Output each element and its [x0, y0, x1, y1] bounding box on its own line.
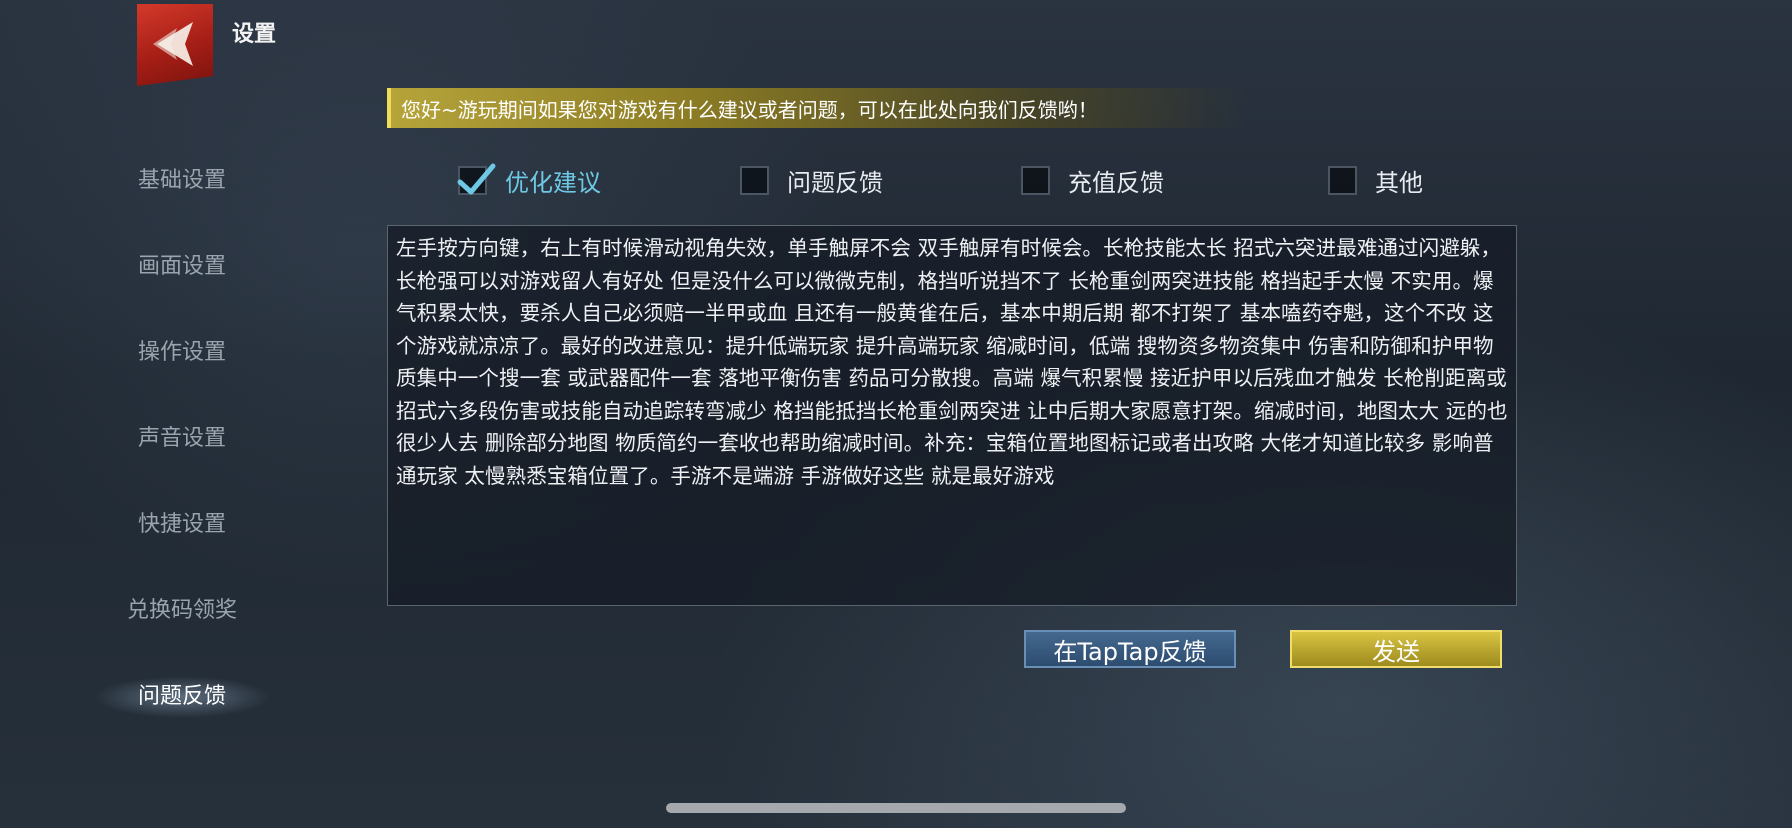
sidebar-item-sound[interactable]: 声音设置	[90, 413, 274, 465]
category-row: 优化建议 问题反馈 充值反馈 其他	[0, 162, 1792, 202]
sidebar-item-redeem-code[interactable]: 兑换码领奖	[90, 585, 274, 637]
send-button[interactable]: 发送	[1290, 630, 1502, 668]
sidebar-item-feedback[interactable]: 问题反馈	[90, 671, 274, 723]
page-title: 设置	[232, 22, 277, 47]
category-label: 充值反馈	[1068, 168, 1164, 197]
category-recharge[interactable]: 充值反馈	[1021, 162, 1164, 198]
checkbox-unchecked[interactable]	[740, 165, 769, 195]
checkbox-unchecked[interactable]	[1328, 165, 1357, 195]
category-optimization[interactable]: 优化建议	[457, 162, 601, 198]
sidebar-item-controls[interactable]: 操作设置	[90, 327, 274, 379]
taptap-feedback-button[interactable]: 在TapTap反馈	[1024, 630, 1236, 668]
back-chevron-icon	[153, 22, 193, 66]
notice-banner: 您好~游玩期间如果您对游戏有什么建议或者问题，可以在此处向我们反馈哟！	[387, 88, 1247, 128]
category-bug-report[interactable]: 问题反馈	[740, 162, 883, 198]
back-button[interactable]	[137, 4, 213, 86]
feedback-textarea[interactable]: 左手按方向键，右上有时候滑动视角失效，单手触屏不会 双手触屏有时候会。长枪技能太…	[387, 225, 1517, 606]
category-label: 问题反馈	[787, 168, 883, 197]
category-label: 其他	[1375, 168, 1423, 197]
sidebar-item-graphics[interactable]: 画面设置	[90, 241, 274, 293]
checkbox-unchecked[interactable]	[1021, 165, 1050, 195]
checkmark-icon	[457, 163, 496, 194]
checkbox-checked[interactable]	[457, 163, 496, 195]
category-label: 优化建议	[505, 168, 601, 197]
sidebar-item-shortcuts[interactable]: 快捷设置	[90, 499, 274, 551]
category-other[interactable]: 其他	[1328, 162, 1423, 198]
home-indicator[interactable]	[666, 803, 1126, 813]
